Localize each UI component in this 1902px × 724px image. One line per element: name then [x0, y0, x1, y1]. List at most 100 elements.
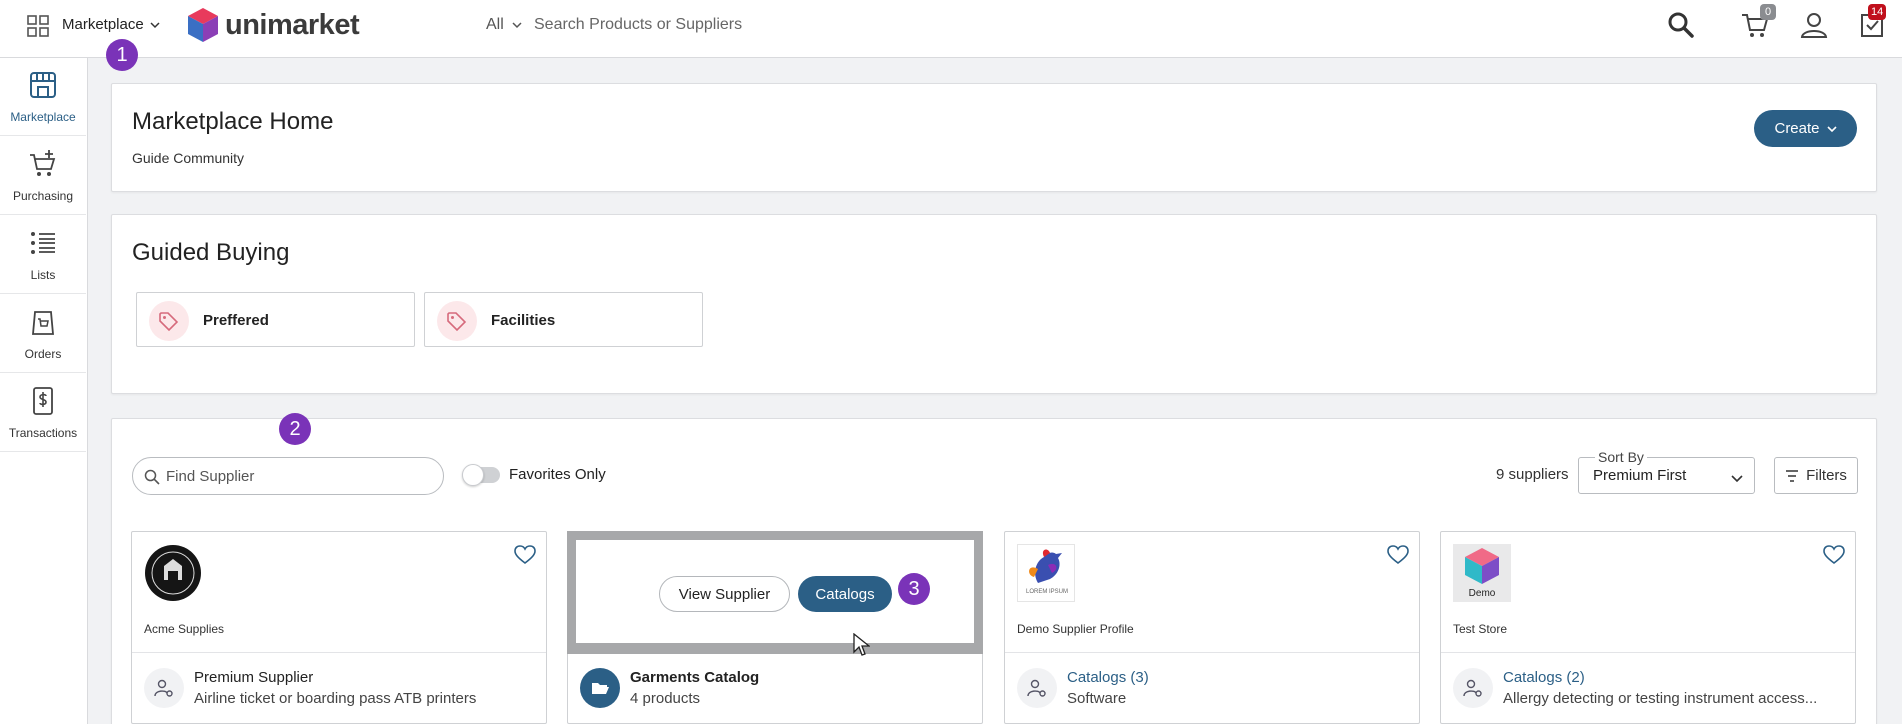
top-bar: Marketplace unimarket All 0 14 [0, 0, 1902, 58]
step-marker-3: 3 [898, 573, 930, 605]
supplier-category: Allergy detecting or testing instrument … [1503, 690, 1818, 707]
filters-button[interactable]: Filters [1774, 457, 1858, 494]
supplier-count: 9 suppliers [1496, 466, 1569, 483]
catalog-product-count: 4 products [630, 690, 701, 707]
cube-logo-icon [1465, 548, 1499, 584]
step-marker-1: 1 [106, 39, 138, 71]
logo-text: unimarket [225, 8, 360, 41]
supplier-card-acme[interactable]: Acme Supplies Premium Supplier Airline t… [131, 531, 547, 724]
sidebar: Marketplace Purchasing Lists Orders Tran… [0, 58, 88, 724]
user-settings-icon [1027, 679, 1046, 697]
supplier-name: Test Store [1453, 622, 1508, 636]
heart-icon[interactable] [1387, 544, 1409, 566]
guided-tile-facilities[interactable]: Facilities [424, 292, 703, 347]
tag-icon-circle [149, 301, 189, 341]
toggle-knob [462, 464, 484, 486]
card-divider [1441, 652, 1855, 653]
demo-profile-logo: LOREM IPSUM [1017, 544, 1075, 602]
community-name: Guide Community [132, 150, 245, 166]
guided-buying-title: Guided Buying [132, 239, 290, 266]
sidebar-item-label: Orders [24, 347, 62, 361]
sidebar-item-label: Transactions [8, 426, 78, 440]
catalogs-link[interactable]: Catalogs (3) [1067, 669, 1149, 686]
supplier-category: Software [1067, 690, 1127, 707]
storefront-icon [30, 72, 56, 98]
sidebar-item-lists[interactable]: Lists [0, 216, 86, 294]
step-marker-2: 2 [279, 413, 311, 445]
supplier-card-demo-profile[interactable]: LOREM IPSUM Demo Supplier Profile Catalo… [1004, 531, 1420, 724]
global-search-input[interactable] [534, 10, 1034, 40]
sort-by-value: Premium First [1593, 467, 1687, 484]
create-button-label: Create [1774, 120, 1820, 137]
chevron-down-icon [1731, 475, 1743, 483]
rooster-logo-icon [1029, 549, 1062, 583]
unimarket-logo[interactable]: unimarket [187, 7, 360, 43]
chevron-down-icon [1826, 125, 1837, 132]
unimarket-logo-icon [188, 8, 218, 42]
sidebar-item-purchasing[interactable]: Purchasing [0, 137, 86, 215]
filters-button-label: Filters [1806, 467, 1847, 484]
catalog-badge-circle [580, 668, 620, 708]
supplier-name: Acme Supplies [144, 622, 225, 636]
sidebar-item-label: Purchasing [12, 189, 74, 203]
guided-tile-label: Preffered [203, 312, 269, 329]
sidebar-item-label: Marketplace [10, 110, 76, 124]
catalogs-link[interactable]: Catalogs (2) [1503, 669, 1585, 686]
favorites-only-label: Favorites Only [509, 466, 606, 483]
sidebar-item-marketplace[interactable]: Marketplace [0, 58, 86, 136]
filter-lines-icon [1786, 469, 1799, 482]
create-button[interactable]: Create [1754, 110, 1857, 147]
catalogs-button[interactable]: Catalogs [798, 576, 892, 612]
supplier-badge-circle [1017, 668, 1057, 708]
heart-icon[interactable] [514, 544, 536, 566]
dollar-document-icon [33, 387, 53, 415]
test-store-logo: Demo [1453, 544, 1511, 602]
supplier-tier: Premium Supplier [194, 669, 314, 686]
supplier-name: Demo Supplier Profile [1017, 622, 1134, 636]
sort-by-select[interactable]: Sort By Premium First [1578, 449, 1755, 494]
cart-count-badge: 0 [1760, 4, 1776, 20]
sidebar-item-transactions[interactable]: Transactions [0, 374, 86, 452]
guided-tile-preffered[interactable]: Preffered [136, 292, 415, 347]
supplier-badge-circle [1453, 668, 1493, 708]
mouse-cursor-icon [853, 633, 870, 656]
search-icon[interactable] [1666, 10, 1696, 40]
favorites-only-toggle[interactable] [462, 464, 500, 486]
card-divider [1005, 652, 1419, 653]
user-icon[interactable] [1799, 10, 1829, 40]
supplier-card-test-store[interactable]: Demo Test Store Catalogs (2) Allergy det… [1440, 531, 1856, 724]
orders-cart-icon [32, 311, 54, 335]
tasks-count-badge: 14 [1868, 4, 1887, 20]
sort-by-legend: Sort By [1595, 449, 1647, 465]
view-supplier-button[interactable]: View Supplier [659, 576, 790, 612]
tag-icon [447, 312, 467, 332]
guided-tile-label: Facilities [491, 312, 556, 329]
acme-logo [145, 545, 201, 601]
cart-add-icon [30, 150, 56, 176]
supplier-badge-circle [144, 668, 184, 708]
sidebar-item-orders[interactable]: Orders [0, 295, 86, 373]
marketplace-home-panel [111, 83, 1877, 192]
tag-icon-circle [437, 301, 477, 341]
tag-icon [159, 312, 179, 332]
marketplace-switcher[interactable]: Marketplace [62, 16, 160, 33]
user-settings-icon [1463, 679, 1482, 697]
chevron-down-icon [150, 21, 160, 28]
heart-icon[interactable] [1823, 544, 1845, 566]
search-scope-select[interactable]: All [486, 16, 522, 34]
find-supplier-input[interactable] [166, 466, 436, 486]
marketplace-switcher-label: Marketplace [62, 16, 144, 33]
sidebar-item-label: Lists [30, 268, 56, 282]
folder-open-icon [592, 683, 609, 694]
search-scope-label: All [486, 16, 504, 33]
catalog-name: Garments Catalog [630, 669, 760, 686]
supplier-category: Airline ticket or boarding pass ATB prin… [194, 690, 477, 707]
demo-profile-logo-caption: LOREM IPSUM [1026, 589, 1069, 595]
page-title: Marketplace Home [132, 108, 334, 135]
search-icon [144, 469, 160, 485]
find-supplier-field[interactable] [132, 457, 444, 495]
list-icon [31, 232, 55, 254]
app-grid-icon[interactable] [27, 15, 49, 37]
user-settings-icon [154, 679, 173, 697]
chevron-down-icon [512, 22, 522, 29]
